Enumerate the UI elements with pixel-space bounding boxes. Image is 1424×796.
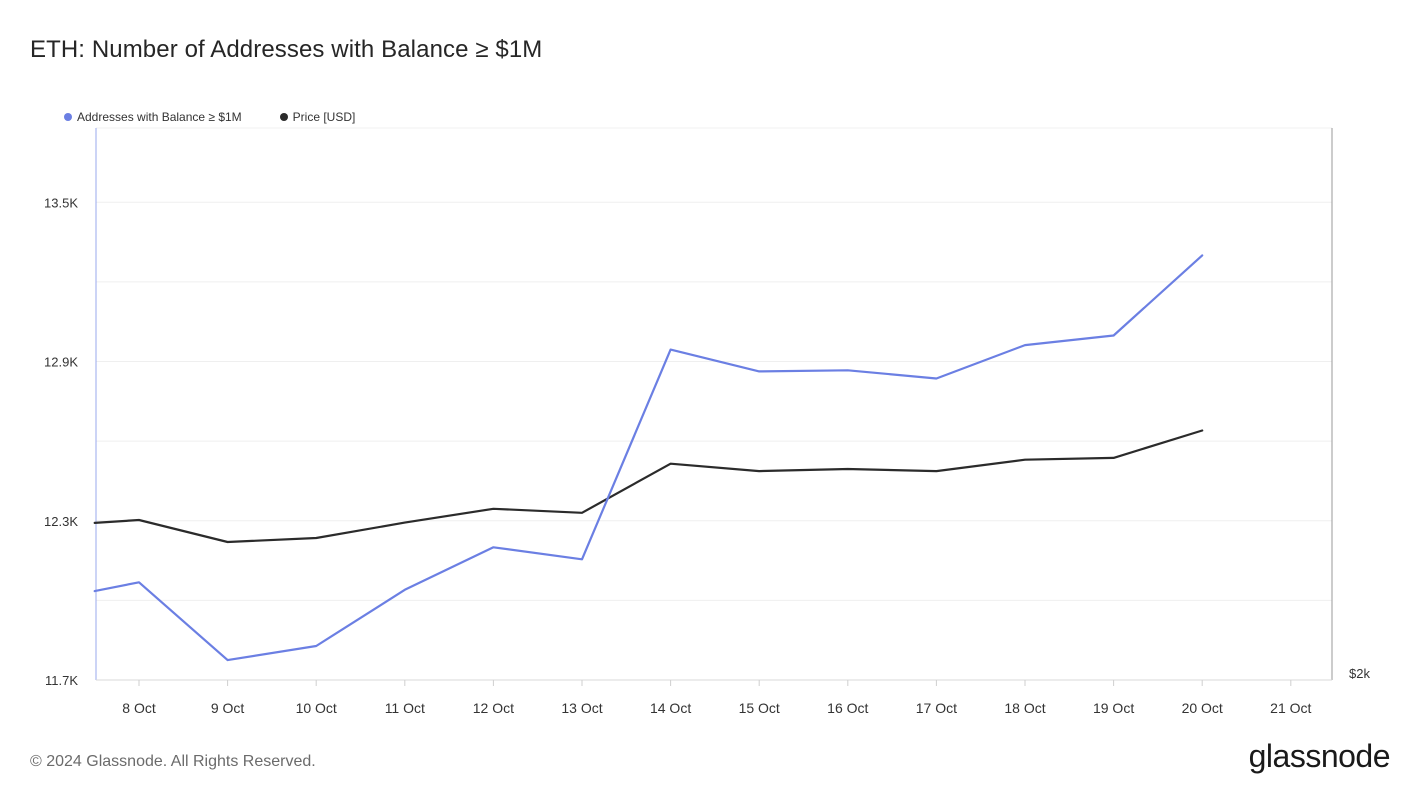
x-tick-label-3: 11 Oct <box>385 700 425 716</box>
x-tick-label-13: 21 Oct <box>1270 700 1311 716</box>
x-tick-label-11: 19 Oct <box>1093 700 1134 716</box>
x-tick-label-2: 10 Oct <box>296 700 337 716</box>
x-tick-label-8: 16 Oct <box>827 700 868 716</box>
series-line-price <box>93 429 1204 544</box>
x-tick-label-9: 17 Oct <box>916 700 957 716</box>
series-line-addresses <box>93 254 1204 662</box>
x-tick-label-12: 20 Oct <box>1182 700 1223 716</box>
y-tick-label-3: 13.5K <box>44 195 78 210</box>
y-tick-label-1: 12.3K <box>44 514 78 529</box>
y-tick-label-0: 11.7K <box>45 673 78 688</box>
x-tick-label-5: 13 Oct <box>561 700 602 716</box>
x-tick-label-7: 15 Oct <box>739 700 780 716</box>
y-right-tick-label: $2k <box>1349 666 1370 681</box>
x-tick-label-10: 18 Oct <box>1004 700 1045 716</box>
line-chart: 11.7K 12.3K 12.9K 13.5K $2k 8 Oct 9 Oct 10 Oct 1… <box>44 127 1370 716</box>
x-tick-label-0: 8 Oct <box>122 700 156 716</box>
x-tick-label-1: 9 Oct <box>211 700 245 716</box>
copyright-text: © 2024 Glassnode. All Rights Reserved. <box>30 753 316 770</box>
chart-card: ETH: Number of Addresses with Balance ≥ … <box>0 0 1424 796</box>
y-tick-label-2: 12.9K <box>44 355 78 370</box>
x-tick-label-6: 14 Oct <box>650 700 691 716</box>
glassnode-logo: glassnode <box>1248 738 1391 774</box>
x-tick-label-4: 12 Oct <box>473 700 514 716</box>
